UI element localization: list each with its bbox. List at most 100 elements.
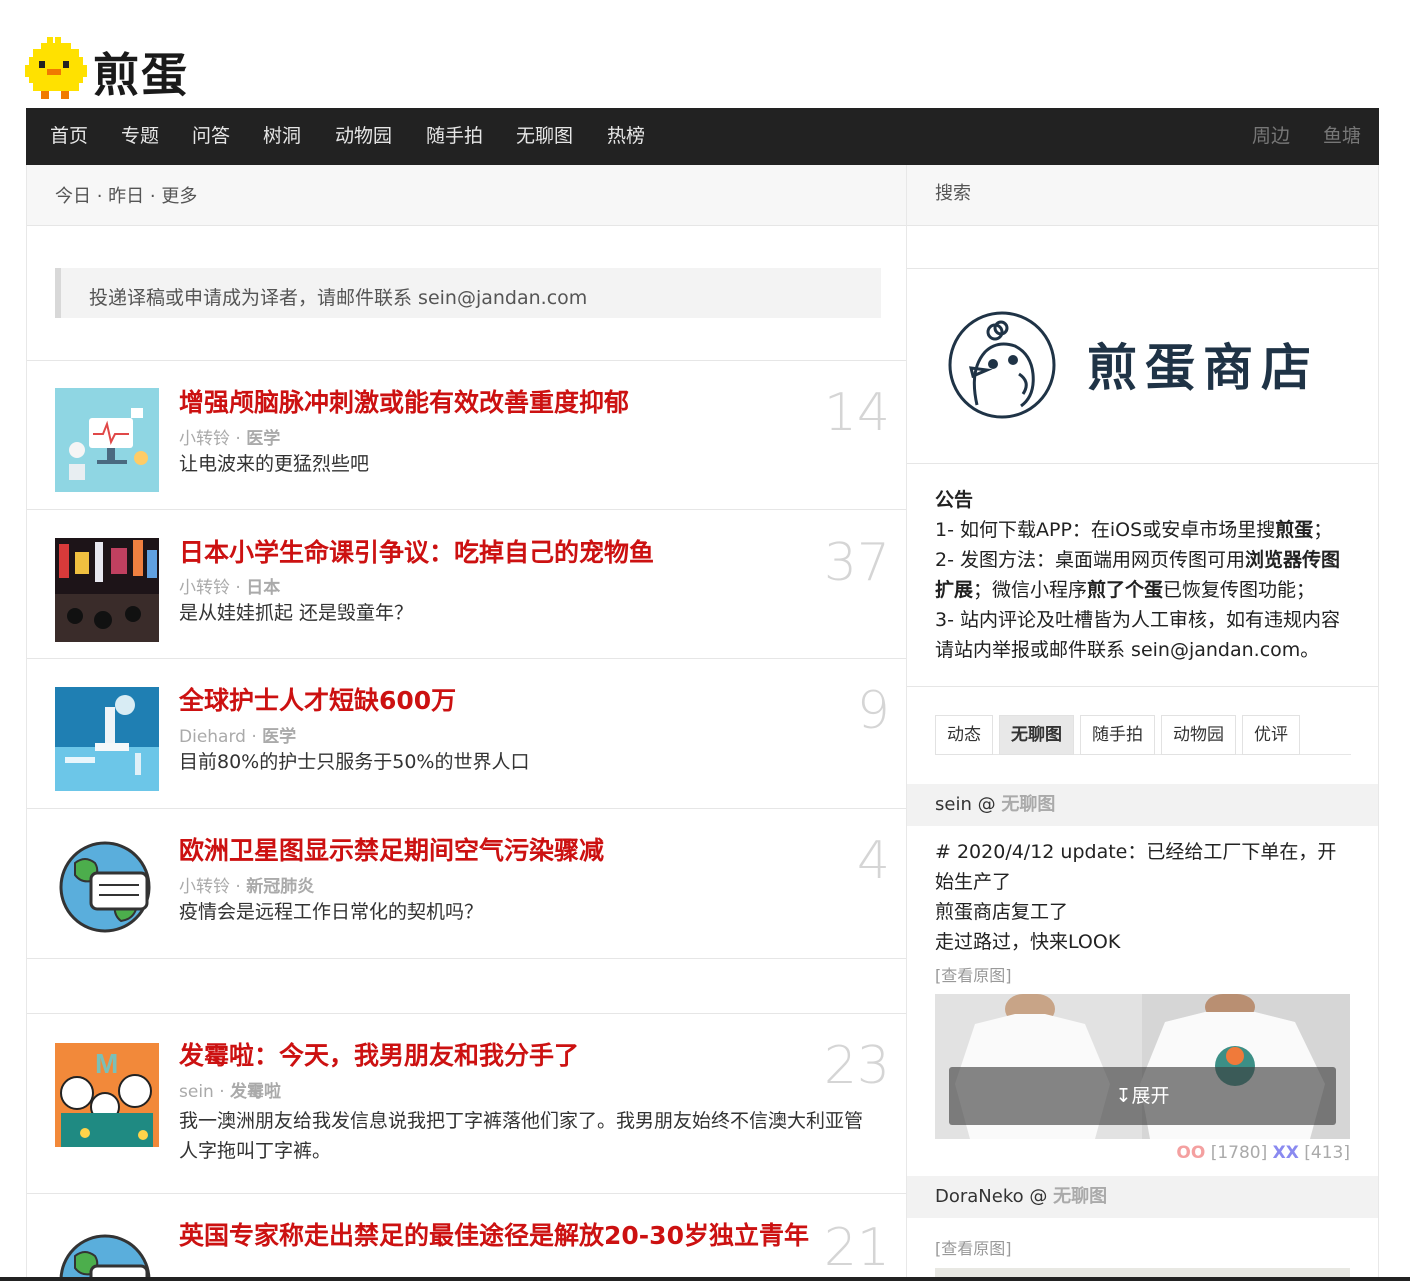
post-title[interactable]: 欧洲卫星图显示禁足期间空气污染骤减 (179, 836, 604, 865)
post-tag[interactable]: 发霉啦 (230, 1082, 281, 1102)
post-author[interactable]: sein (179, 1082, 214, 1102)
post-author[interactable]: 小转铃 (179, 578, 230, 598)
post-meta: 小转铃 · 新冠肺炎 (179, 872, 314, 897)
meta-separator: · (245, 727, 263, 747)
post-author[interactable]: 小转铃 (179, 877, 230, 897)
divider (907, 686, 1378, 687)
shop-banner[interactable]: 煎蛋商店 (947, 310, 1347, 420)
tab-boring-pics[interactable]: 无聊图 (999, 715, 1074, 755)
post-title[interactable]: 全球护士人才短缺600万 (179, 686, 456, 715)
nav-item-topics[interactable]: 专题 (121, 108, 159, 165)
divider (907, 268, 1378, 269)
post-tag[interactable]: 医学 (262, 727, 296, 747)
post-title[interactable]: 增强颅脑脉冲刺激或能有效改善重度抑郁 (179, 388, 629, 417)
post-author[interactable]: Diehard (179, 727, 246, 747)
city-street-photo-icon (55, 538, 159, 642)
post-tag[interactable]: 日本 (246, 578, 280, 598)
post-title[interactable]: 英国专家称走出禁足的最佳途径是解放20-30岁独立青年 (179, 1221, 839, 1250)
post-thumbnail[interactable] (55, 538, 159, 642)
post-excerpt: 疫情会是远程工作日常化的契机吗？ (179, 901, 484, 923)
upvote-button[interactable]: OO (1176, 1143, 1205, 1163)
tab-snapshots[interactable]: 随手拍 (1080, 715, 1155, 755)
globe-with-mask-icon (59, 1234, 151, 1281)
post-thumbnail[interactable] (55, 388, 159, 492)
comment-user[interactable]: DoraNeko (935, 1186, 1024, 1207)
post-title[interactable]: 发霉啦：今天，我男朋友和我分手了 (179, 1041, 579, 1070)
comment-header: DoraNeko @ 无聊图 (907, 1176, 1378, 1218)
post-item[interactable]: M 发霉啦：今天，我男朋友和我分手了 sein · 发霉啦 我一澳洲朋友给我发信… (27, 1013, 906, 1193)
expand-button[interactable]: ↧展开 (949, 1067, 1336, 1125)
post-meta: Diehard · 医学 (179, 722, 296, 747)
site-logo[interactable]: 煎蛋 (25, 37, 195, 103)
tab-top-comments[interactable]: 优评 (1242, 715, 1300, 755)
nav-item-snapshots[interactable]: 随手拍 (426, 108, 483, 165)
lab-microscope-photo-icon (55, 687, 159, 791)
shop-chick-logo-icon (948, 311, 1056, 419)
upvote-count: [1780] (1210, 1143, 1268, 1163)
post-item[interactable]: 英国专家称走出禁足的最佳途径是解放20-30岁独立青年 21 (27, 1193, 906, 1281)
shop-title: 煎蛋商店 (1087, 339, 1319, 397)
comment-count[interactable]: 21 (824, 1220, 890, 1276)
sidebar: 搜索 煎蛋商店 公告 1- 如何下载APP：在iOS或安卓市场里搜煎蛋； 2- … (907, 165, 1379, 1281)
nav-item-treehole[interactable]: 树洞 (263, 108, 301, 165)
comment-count[interactable]: 23 (824, 1038, 890, 1094)
post-excerpt: 是从娃娃抓起 还是毁童年？ (179, 602, 414, 624)
search-bar[interactable]: 搜索 (907, 165, 1378, 226)
comment-line: # 2020/4/12 update：已经给工厂下单在，开始生产了 (935, 841, 1337, 893)
post-item[interactable]: 增强颅脑脉冲刺激或能有效改善重度抑郁 小转铃 · 医学 让电波来的更猛烈些吧 1… (27, 360, 906, 509)
post-thumbnail[interactable] (55, 833, 159, 937)
announcement-text: ；微信小程序 (973, 579, 1088, 601)
svg-text:M: M (95, 1048, 118, 1079)
comment-category[interactable]: 无聊图 (1053, 1186, 1107, 1207)
nav-item-zoo[interactable]: 动物园 (335, 108, 392, 165)
logo-text: 煎蛋 (93, 48, 189, 102)
chick-logo-icon (25, 37, 87, 99)
announcement-bold: 煎蛋 (1275, 519, 1314, 541)
main-nav: 首页 专题 问答 树洞 动物园 随手拍 无聊图 热榜 周边 鱼塘 (26, 108, 1379, 165)
post-item[interactable]: 日本小学生命课引争议：吃掉自己的宠物鱼 小转铃 · 日本 是从娃娃抓起 还是毁童… (27, 509, 906, 658)
post-author[interactable]: 小转铃 (179, 429, 230, 449)
comment-count[interactable]: 14 (824, 385, 890, 441)
announcement-heading: 公告 (935, 489, 974, 511)
nav-item-hot[interactable]: 热榜 (607, 108, 645, 165)
announcement-text: ； (1313, 519, 1333, 541)
comment-count[interactable]: 4 (857, 833, 890, 889)
at-separator: @ (971, 794, 1002, 815)
nav-item-boring-pics[interactable]: 无聊图 (516, 108, 573, 165)
tab-zoo[interactable]: 动物园 (1161, 715, 1236, 755)
comment-user[interactable]: sein (935, 794, 972, 815)
post-meta: 小转铃 · 医学 (179, 424, 280, 449)
view-original-link[interactable]: [查看原图] (935, 962, 1012, 986)
comment-body: # 2020/4/12 update：已经给工厂下单在，开始生产了 煎蛋商店复工… (935, 837, 1345, 957)
downvote-count: [413] (1304, 1143, 1350, 1163)
post-tag[interactable]: 医学 (246, 429, 280, 449)
view-original-link[interactable]: [查看原图] (935, 1235, 1012, 1259)
nav-item-merch[interactable]: 周边 (1252, 108, 1290, 165)
announcement: 公告 1- 如何下载APP：在iOS或安卓市场里搜煎蛋； 2- 发图方法：桌面端… (935, 485, 1355, 665)
at-separator: @ (1023, 1186, 1054, 1207)
post-thumbnail[interactable]: M (55, 1043, 159, 1147)
post-title[interactable]: 日本小学生命课引争议：吃掉自己的宠物鱼 (179, 538, 654, 567)
post-item[interactable]: 全球护士人才短缺600万 Diehard · 医学 目前80%的护士只服务于50… (27, 658, 906, 808)
post-item[interactable]: 欧洲卫星图显示禁足期间空气污染骤减 小转铃 · 新冠肺炎 疫情会是远程工作日常化… (27, 808, 906, 958)
nav-item-home[interactable]: 首页 (50, 108, 88, 165)
comment-category[interactable]: 无聊图 (1001, 794, 1055, 815)
post-excerpt: 让电波来的更猛烈些吧 (179, 453, 370, 475)
post-tag[interactable]: 新冠肺炎 (246, 877, 314, 897)
tab-activity[interactable]: 动态 (935, 715, 993, 755)
empty-slot (27, 958, 906, 1013)
announcement-text: 2- 发图方法：桌面端用网页传图可用 (935, 549, 1245, 571)
meta-separator: · (230, 578, 247, 598)
meta-separator: · (230, 429, 247, 449)
globe-with-mask-icon (59, 841, 151, 933)
nav-item-fishpond[interactable]: 鱼塘 (1323, 108, 1361, 165)
post-thumbnail[interactable] (55, 1226, 159, 1281)
date-filter-bar[interactable]: 今日 · 昨日 · 更多 (27, 165, 906, 226)
comment-count[interactable]: 9 (857, 683, 890, 739)
comment-image[interactable]: ↧展开 (935, 994, 1350, 1139)
comment-count[interactable]: 37 (824, 535, 890, 591)
nav-item-qa[interactable]: 问答 (192, 108, 230, 165)
downvote-button[interactable]: XX (1273, 1143, 1299, 1163)
post-thumbnail[interactable] (55, 687, 159, 791)
comment-line: 走过路过，快来LOOK (935, 931, 1121, 953)
